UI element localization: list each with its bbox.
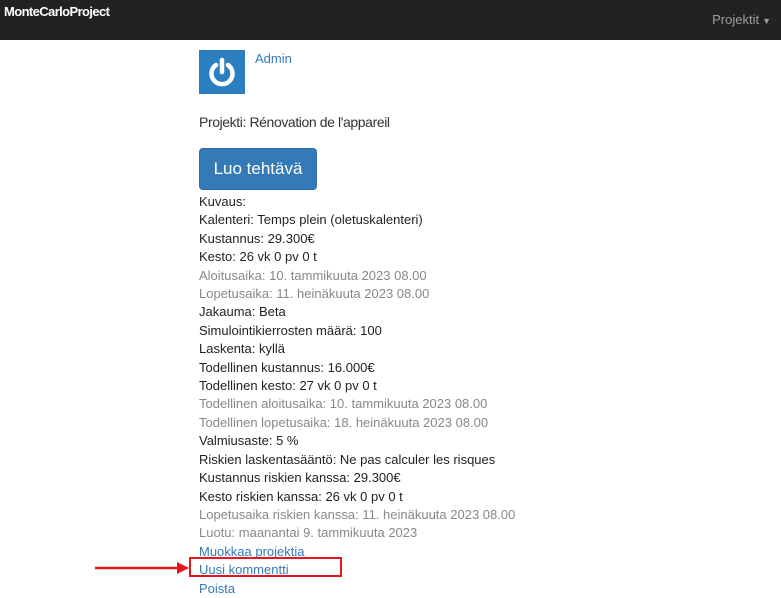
detail-line: Luotu: maanantai 9. tammikuuta 2023 <box>199 525 418 541</box>
detail-line: Aloitusaika: 10. tammikuuta 2023 08.00 <box>199 267 427 283</box>
projects-dropdown-label: Projektit <box>712 12 760 27</box>
detail-list: Kuvaus: Kalenteri: Temps plein (oletuskal… <box>199 193 515 543</box>
user-name-link[interactable]: Admin <box>255 51 292 66</box>
brand-link[interactable]: MonteCarloProject <box>4 4 110 19</box>
caret-down-icon: ▼ <box>762 16 771 26</box>
detail-line: Kalenteri: Temps plein (oletuskalenteri) <box>199 212 423 228</box>
navbar: MonteCarloProject Projektit ▼ <box>0 0 781 40</box>
projects-dropdown[interactable]: Projektit ▼ <box>712 12 771 27</box>
detail-line: Todellinen kesto: 27 vk 0 pv 0 t <box>199 378 377 394</box>
arrow-right-icon <box>95 562 189 574</box>
power-icon <box>209 57 235 87</box>
detail-line: Simulointikierrosten määrä: 100 <box>199 322 382 338</box>
detail-line: Kesto: 26 vk 0 pv 0 t <box>199 249 317 265</box>
detail-line: Todellinen aloitusaika: 10. tammikuuta 2… <box>199 396 488 412</box>
project-details: Kuvaus: Kalenteri: Temps plein (oletuskal… <box>199 193 515 598</box>
detail-line: Kuvaus: <box>199 194 246 209</box>
detail-line: Valmiusaste: 5 % <box>199 433 299 449</box>
create-task-button[interactable]: Luo tehtävä <box>199 148 317 190</box>
detail-line: Kesto riskien kanssa: 26 vk 0 pv 0 t <box>199 488 403 504</box>
detail-line: Laskenta: kyllä <box>199 341 285 357</box>
annotation-highlight-box <box>189 557 342 577</box>
page-title: Projekti: Rénovation de l'appareil <box>199 114 390 130</box>
avatar <box>199 50 245 94</box>
detail-line: Lopetusaika riskien kanssa: 11. heinäkuu… <box>199 506 516 522</box>
delete-link[interactable]: Poista <box>199 580 235 598</box>
detail-line: Lopetusaika: 11. heinäkuuta 2023 08.00 <box>199 286 430 302</box>
detail-line: Todellinen kustannus: 16.000€ <box>199 359 375 375</box>
detail-line: Todellinen lopetusaika: 18. heinäkuuta 2… <box>199 414 489 430</box>
detail-line: Riskien laskentasääntö: Ne pas calculer … <box>199 451 496 467</box>
detail-line: Kustannus riskien kanssa: 29.300€ <box>199 470 401 486</box>
detail-line: Kustannus: 29.300€ <box>199 230 315 246</box>
detail-line: Jakauma: Beta <box>199 304 286 320</box>
